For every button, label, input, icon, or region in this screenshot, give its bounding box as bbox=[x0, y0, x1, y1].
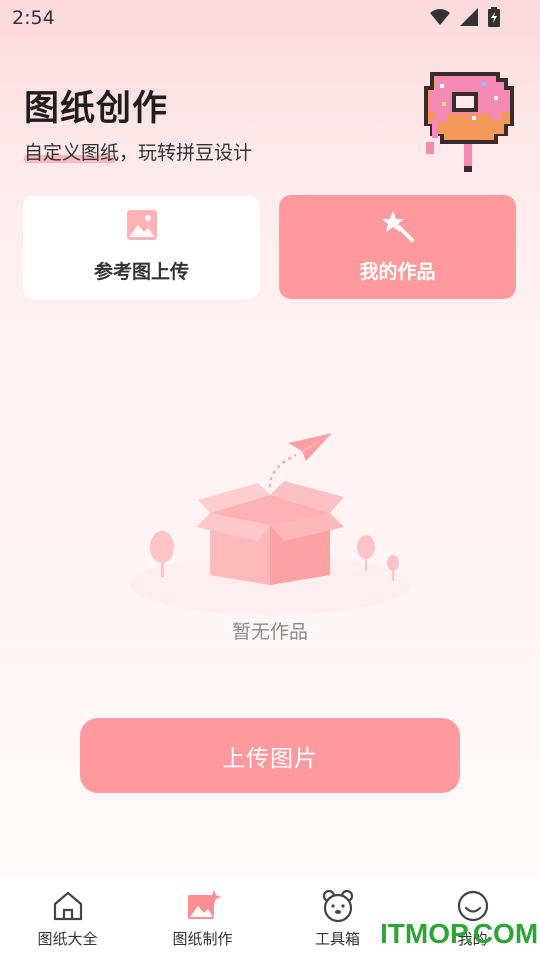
pixel-donut-illustration bbox=[424, 72, 514, 172]
bear-icon bbox=[322, 889, 353, 923]
wifi-icon bbox=[430, 9, 450, 25]
page-subtitle: 自定义图纸，玩转拼豆设计 bbox=[24, 142, 253, 164]
empty-box-illustration bbox=[130, 433, 410, 615]
page-title: 图纸创作 bbox=[24, 89, 169, 129]
signal-icon bbox=[460, 8, 478, 26]
tab-drawings-all[interactable]: 图纸大全 bbox=[0, 888, 135, 949]
status-icons bbox=[430, 7, 500, 27]
status-time: 2:54 bbox=[12, 7, 55, 29]
image-icon bbox=[126, 210, 157, 240]
tab-drawing-create[interactable]: 图纸制作 bbox=[135, 888, 270, 949]
battery-icon bbox=[488, 7, 500, 27]
my-works-label: 我的作品 bbox=[359, 261, 436, 283]
site-watermark: ITMOP.COM bbox=[380, 918, 539, 949]
my-works-card[interactable]: 我的作品 bbox=[279, 195, 516, 299]
tab-label: 图纸制作 bbox=[172, 930, 233, 948]
reference-upload-card[interactable]: 参考图上传 bbox=[23, 195, 260, 299]
status-bar: 2:54 bbox=[0, 0, 540, 36]
empty-state-text: 暂无作品 bbox=[231, 621, 308, 643]
home-icon bbox=[53, 891, 82, 921]
star-wand-icon bbox=[381, 211, 414, 242]
tab-label: 图纸大全 bbox=[37, 930, 98, 948]
reference-upload-label: 参考图上传 bbox=[93, 261, 189, 283]
image-sparkle-icon bbox=[187, 890, 221, 919]
upload-image-button[interactable]: 上传图片 bbox=[80, 718, 460, 793]
